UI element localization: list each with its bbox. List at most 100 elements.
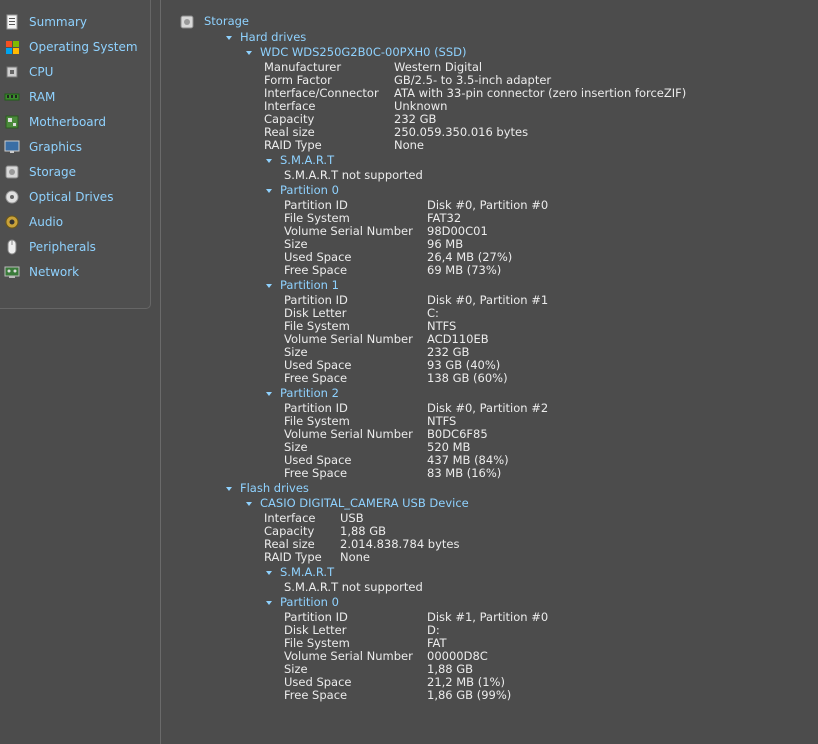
section-label: Partition 1 — [280, 278, 339, 292]
property-key: File System — [284, 636, 350, 650]
property-key: Form Factor — [264, 73, 332, 87]
windows-icon — [4, 39, 20, 55]
property-key: Volume Serial Number — [284, 649, 413, 663]
sidebar-item-label: Motherboard — [29, 115, 106, 129]
property-key: Disk Letter — [284, 306, 347, 320]
hard-drive-icon — [4, 164, 20, 180]
property-key: RAID Type — [264, 138, 322, 152]
property-key: Free Space — [284, 371, 348, 385]
sidebar: Summary Operating System CPU RAM Motherb… — [0, 0, 151, 309]
sidebar-item-ram[interactable]: RAM — [0, 87, 150, 107]
section-label: S.M.A.R.T — [280, 153, 335, 167]
property-row: RAID Type None — [264, 138, 424, 152]
sidebar-item-peripherals[interactable]: Peripherals — [0, 237, 150, 257]
sidebar-item-operating-system[interactable]: Operating System — [0, 37, 150, 57]
property-key: File System — [284, 414, 350, 428]
mouse-icon — [4, 239, 20, 255]
expand-arrow-icon — [266, 601, 272, 605]
speaker-icon — [4, 214, 20, 230]
property-key: Free Space — [284, 263, 348, 277]
group-label: Flash drives — [240, 481, 309, 495]
property-key: Used Space — [284, 675, 352, 689]
sidebar-item-storage[interactable]: Storage — [0, 162, 150, 182]
sidebar-item-summary[interactable]: Summary — [0, 12, 150, 32]
property-key: Partition ID — [284, 293, 348, 307]
device-name: WDC WDS250G2B0C-00PXH0 (SSD) — [260, 45, 467, 59]
sidebar-item-label: Operating System — [29, 40, 138, 54]
property-key: Real size — [264, 125, 315, 139]
sidebar-item-label: RAM — [29, 90, 56, 104]
property-key: Used Space — [284, 250, 352, 264]
sidebar-item-label: Storage — [29, 165, 76, 179]
sidebar-item-motherboard[interactable]: Motherboard — [0, 112, 150, 132]
property-value: Disk #0, Partition #1 — [427, 293, 549, 307]
property-row: Free Space 69 MB (73%) — [284, 263, 501, 277]
property-row: Free Space 1,86 GB (99%) — [284, 688, 511, 702]
sidebar-item-network[interactable]: Network — [0, 262, 150, 282]
expand-arrow-icon — [246, 51, 252, 55]
smart-status: S.M.A.R.T not supported — [284, 168, 423, 182]
sidebar-item-label: Audio — [29, 215, 64, 229]
hard-drive-icon — [179, 14, 195, 30]
sidebar-item-cpu[interactable]: CPU — [0, 62, 150, 82]
property-key: RAID Type — [264, 550, 322, 564]
expand-arrow-icon — [226, 487, 232, 491]
summary-icon — [4, 14, 20, 30]
property-key: Volume Serial Number — [284, 224, 413, 238]
section-label: Partition 0 — [280, 183, 339, 197]
property-row: Free Space 138 GB (60%) — [284, 371, 508, 385]
ram-icon — [4, 89, 20, 105]
section-label: Partition 0 — [280, 595, 339, 609]
property-key: Interface/Connector — [264, 86, 379, 100]
expand-arrow-icon — [266, 284, 272, 288]
network-icon — [4, 264, 20, 280]
group-label: Hard drives — [240, 30, 307, 44]
sidebar-item-label: Optical Drives — [29, 190, 114, 204]
property-row: Free Space 83 MB (16%) — [284, 466, 501, 480]
smart-status: S.M.A.R.T not supported — [284, 580, 423, 594]
expand-arrow-icon — [266, 571, 272, 575]
sidebar-item-optical-drives[interactable]: Optical Drives — [0, 187, 150, 207]
expand-arrow-icon — [266, 159, 272, 163]
device-name: CASIO DIGITAL_CAMERA USB Device — [260, 496, 469, 510]
expand-arrow-icon — [266, 189, 272, 193]
property-key: File System — [284, 319, 350, 333]
property-value: Disk #1, Partition #0 — [427, 610, 549, 624]
sidebar-item-audio[interactable]: Audio — [0, 212, 150, 232]
motherboard-icon — [4, 114, 20, 130]
property-key: Used Space — [284, 358, 352, 372]
sidebar-item-label: Graphics — [29, 140, 82, 154]
property-value: 83 MB (16%) — [427, 466, 502, 480]
property-key: Size — [284, 440, 308, 454]
property-key: Volume Serial Number — [284, 332, 413, 346]
property-key: Free Space — [284, 688, 348, 702]
property-value: 1,86 GB (99%) — [427, 688, 512, 702]
property-key: Used Space — [284, 453, 352, 467]
expand-arrow-icon — [246, 502, 252, 506]
property-value: None — [340, 550, 371, 564]
property-key: Size — [284, 345, 308, 359]
storage-details-panel: Storage Hard drives WDC WDS250G2B0C-00PX… — [162, 0, 818, 744]
panel-divider[interactable] — [160, 0, 161, 744]
property-key: Size — [284, 237, 308, 251]
property-key: Partition ID — [284, 401, 348, 415]
property-key: Free Space — [284, 466, 348, 480]
property-key: Real size — [264, 537, 315, 551]
monitor-icon — [4, 139, 20, 155]
property-value: None — [394, 138, 425, 152]
property-key: Capacity — [264, 112, 315, 126]
section-label: S.M.A.R.T — [280, 565, 335, 579]
property-key: Partition ID — [284, 610, 348, 624]
property-key: Disk Letter — [284, 623, 347, 637]
sidebar-item-graphics[interactable]: Graphics — [0, 137, 150, 157]
property-value: 69 MB (73%) — [427, 263, 502, 277]
property-key: Manufacturer — [264, 60, 342, 74]
property-key: File System — [284, 211, 350, 225]
property-key: Interface — [264, 511, 316, 525]
property-key: Size — [284, 662, 308, 676]
property-key: Partition ID — [284, 198, 348, 212]
expand-arrow-icon — [266, 392, 272, 396]
cpu-icon — [4, 64, 20, 80]
property-value: 138 GB (60%) — [427, 371, 508, 385]
expand-arrow-icon — [226, 36, 232, 40]
